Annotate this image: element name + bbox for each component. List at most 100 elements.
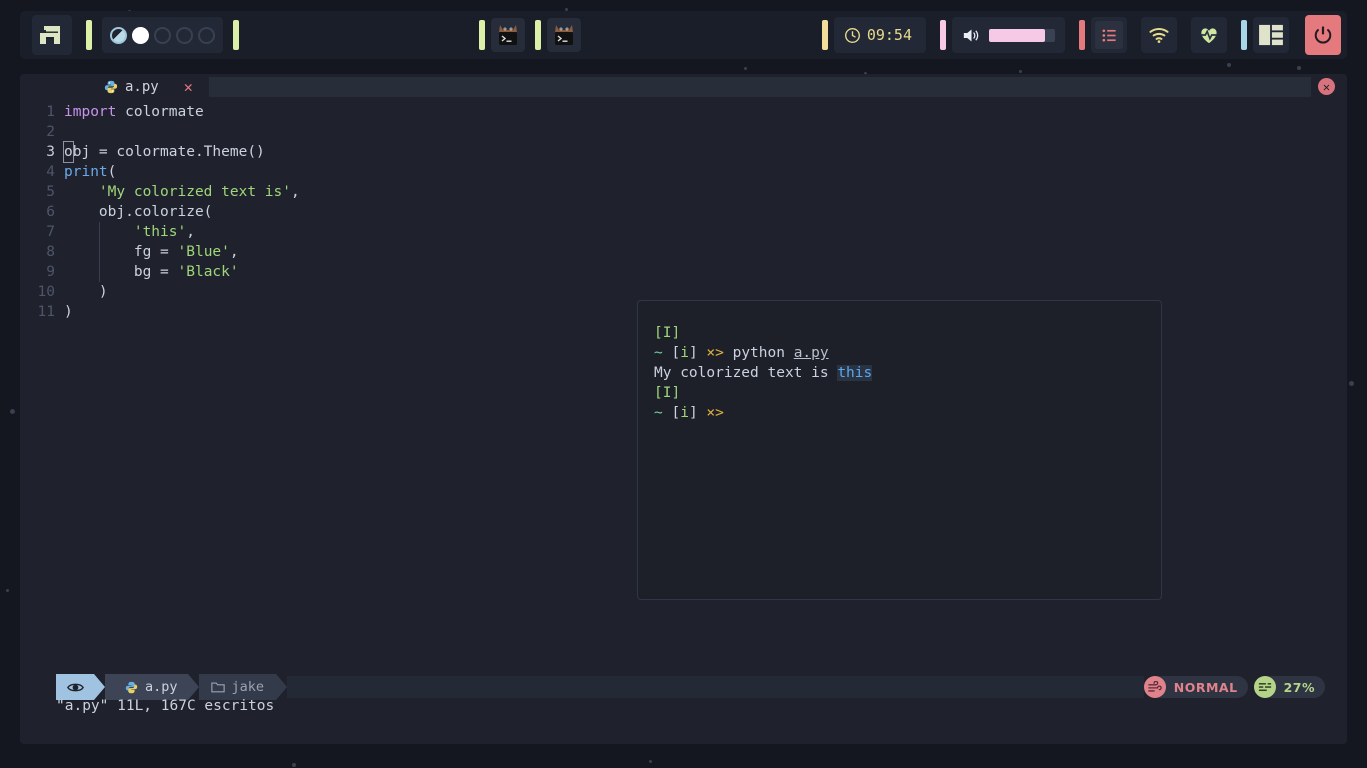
code-token: colormate — [125, 104, 204, 120]
playlist-inner — [1095, 21, 1123, 49]
clock-widget[interactable]: 09:54 — [833, 17, 926, 53]
code-token: , — [229, 244, 239, 260]
wind-icon-box — [1143, 676, 1166, 698]
taskbar-item-terminal-2[interactable] — [547, 18, 582, 52]
code-area[interactable]: 1 import colormate 2 3 obj = colormate.Theme… — [20, 100, 1347, 322]
window-close-button[interactable]: ✕ — [1318, 78, 1335, 95]
code-line: 10 ) — [20, 282, 1347, 302]
playlist-icon — [1102, 28, 1116, 42]
terminal-line: ~ [i] ⨯> python a.py — [654, 343, 1145, 363]
terminal-token: ⨯> — [697, 345, 733, 361]
tabbar-filler — [208, 77, 1311, 97]
line-text: 'this', — [64, 222, 195, 242]
code-token: , — [290, 184, 300, 200]
terminal-token: ~ — [654, 345, 672, 361]
workspace-indicators — [102, 17, 223, 53]
vim-eye-icon — [66, 683, 84, 691]
code-line: 1 import colormate — [20, 102, 1347, 122]
line-text: bg = 'Black' — [64, 262, 239, 282]
app-launcher-button[interactable] — [32, 15, 72, 55]
statusbar-mode-pill[interactable]: NORMAL — [1143, 676, 1248, 698]
tab-close-icon[interactable]: ✕ — [184, 78, 193, 96]
tray-item-health[interactable] — [1191, 17, 1227, 53]
wind-icon — [1148, 681, 1162, 692]
statusbar-filename-box[interactable]: a.py — [105, 674, 188, 700]
terminal-token: [ — [671, 405, 681, 421]
workspace-5[interactable] — [198, 26, 215, 44]
editor-window: a.py ✕ ✕ 1 import colormate 2 3 obj = colorm… — [20, 74, 1347, 744]
code-token: ) — [64, 284, 108, 300]
terminal-token: ⨯> — [697, 405, 724, 421]
statusbar-filler — [287, 676, 1144, 698]
workspace-4[interactable] — [176, 26, 193, 44]
taskbar-item-terminal-1[interactable] — [491, 18, 526, 52]
power-icon — [1314, 26, 1332, 44]
line-text: import colormate — [64, 102, 204, 122]
code-line: 7 'this', — [20, 222, 1347, 242]
editor-tab-label: a.py — [125, 79, 159, 95]
workspace-1[interactable] — [110, 26, 127, 44]
speaker-icon — [963, 29, 979, 41]
clock-icon — [844, 27, 860, 43]
code-token: 'My colorized text is' — [98, 184, 291, 200]
terminal-cat-icon — [555, 25, 574, 45]
terminal-cat-icon — [499, 25, 518, 45]
terminal-popup[interactable]: [I] ~ [i] ⨯> python a.py My colorized text… — [637, 300, 1162, 600]
editor-tab-a-py[interactable]: a.py ✕ — [20, 74, 203, 100]
line-number: 11 — [37, 304, 55, 320]
line-number: 4 — [46, 164, 55, 180]
statusbar-mode-label: NORMAL — [1173, 679, 1238, 695]
lines-icon — [1258, 683, 1271, 692]
code-token: bj = colormate.Theme() — [72, 144, 265, 160]
clock-time: 09:54 — [866, 26, 912, 44]
statusbar-mode-icon-box[interactable] — [56, 674, 94, 700]
tray-item-playlist[interactable] — [1091, 17, 1127, 53]
workspace-3[interactable] — [154, 26, 171, 44]
code-line: 4 print( — [20, 162, 1347, 182]
code-line: 9 bg = 'Black' — [20, 262, 1347, 282]
task-accent-1 — [479, 20, 486, 50]
playlist-accent — [1079, 20, 1085, 50]
terminal-token: a.py — [793, 345, 829, 361]
workspace-2[interactable] — [132, 26, 149, 44]
terminal-token: python — [732, 345, 794, 361]
editor-message: "a.py" 11L, 167C escritos — [56, 698, 275, 714]
line-text: fg = 'Blue', — [64, 242, 239, 262]
code-line: 6 obj.colorize( — [20, 202, 1347, 222]
code-token: 'this' — [133, 224, 187, 240]
volume-slider[interactable] — [989, 28, 1055, 42]
heartbeat-icon — [1200, 28, 1218, 44]
letter-a-logo-icon — [40, 26, 60, 44]
terminal-token: [I] — [654, 325, 681, 341]
python-icon — [104, 80, 118, 94]
power-button[interactable] — [1305, 15, 1341, 55]
volume-widget[interactable] — [952, 17, 1065, 53]
wifi-icon — [1149, 28, 1169, 44]
statusbar-progress-pill[interactable]: 27% — [1253, 676, 1325, 698]
task-accent-2 — [535, 20, 542, 50]
statusbar-directory-box[interactable]: jake — [198, 674, 277, 700]
statusbar-directory: jake — [231, 679, 265, 695]
line-number: 8 — [46, 244, 55, 260]
line-number: 7 — [46, 224, 55, 240]
line-number: 2 — [46, 124, 55, 140]
line-number: 6 — [46, 204, 55, 220]
code-token: ) — [64, 304, 73, 320]
volume-accent — [940, 20, 946, 50]
code-line: 3 obj = colormate.Theme() — [20, 141, 1347, 163]
tray-item-layout[interactable] — [1253, 17, 1289, 53]
editor-statusbar: a.py jake NORMAL 27% — [20, 674, 1347, 700]
volume-fill — [989, 28, 1046, 42]
line-number: 10 — [37, 284, 55, 300]
editor-tabbar: a.py ✕ ✕ — [20, 74, 1347, 100]
line-number: 9 — [46, 264, 55, 280]
terminal-token: [ — [671, 345, 681, 361]
accent-bar-right — [233, 20, 239, 50]
terminal-token: ~ — [654, 405, 672, 421]
code-line: 5 'My colorized text is', — [20, 182, 1347, 202]
tray-item-wifi[interactable] — [1141, 17, 1177, 53]
lines-icon-box — [1253, 676, 1276, 698]
terminal-token: ] — [688, 405, 698, 421]
code-token: print — [64, 164, 108, 180]
line-text: ) — [64, 282, 108, 302]
